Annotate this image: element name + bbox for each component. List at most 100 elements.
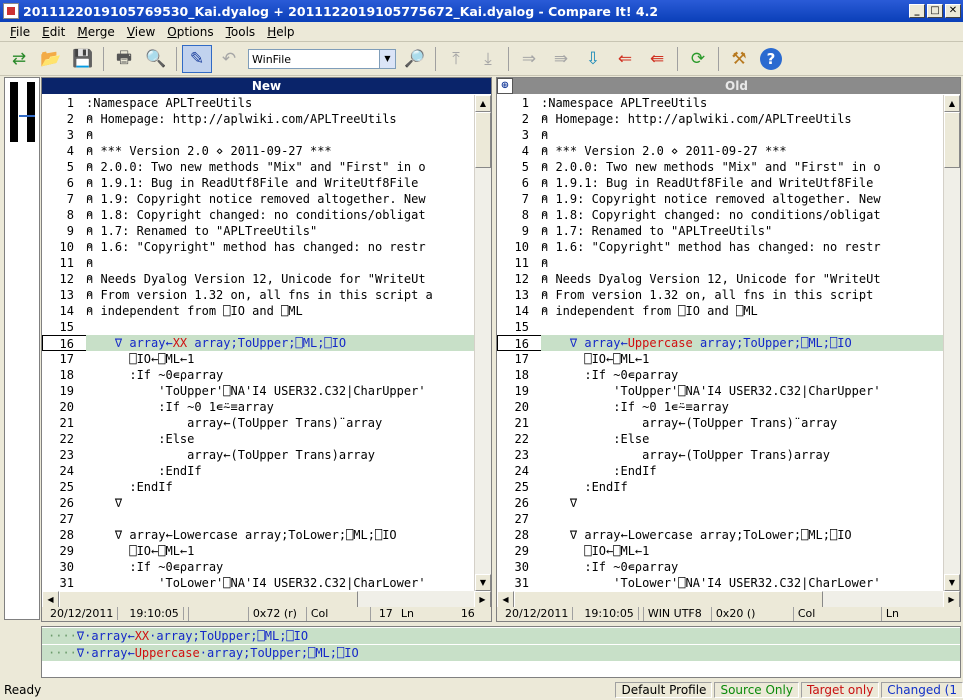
open-compare-icon[interactable]: ⇄ (4, 45, 34, 73)
code-line[interactable]: 28 ∇ array←Lowercase array;ToLower;⎕ML;⎕… (42, 527, 474, 543)
scroll-up-icon[interactable]: ▲ (944, 95, 960, 112)
code-line[interactable]: 21 array←(ToUpper Trans)¨array (497, 415, 943, 431)
menu-tools[interactable]: Tools (220, 25, 262, 39)
options-tools-icon[interactable]: ⚒ (724, 45, 754, 73)
code-line[interactable]: 29 ⎕IO←⎕ML←1 (497, 543, 943, 559)
code-line[interactable]: 25 :EndIf (42, 479, 474, 495)
menu-help[interactable]: Help (261, 25, 300, 39)
code-line[interactable]: 7 ⍝ 1.9: Copyright notice removed altoget… (42, 191, 474, 207)
code-line[interactable]: 3 ⍝ (497, 127, 943, 143)
line-comparison-view[interactable]: ····∇·array←XX·array;ToUpper;⎕ML;⎕IO ···… (41, 626, 961, 678)
menu-merge[interactable]: Merge (71, 25, 120, 39)
old-file-pane[interactable]: ⊕ Old 1:Namespace APLTreeUtils 2 ⍝ Homepag… (496, 77, 961, 622)
last-difference-icon[interactable]: ⤓ (473, 45, 503, 73)
old-horizontal-scrollbar[interactable]: ◀ ▶ (497, 591, 960, 608)
encoding-combo[interactable]: WinFile ▼ (248, 49, 396, 69)
code-line[interactable]: 4 ⍝ *** Version 2.0 ⋄ 2011-09-27 *** (497, 143, 943, 159)
code-line[interactable]: 18 :If ~0∊⍴array (42, 367, 474, 383)
code-line[interactable]: 5 ⍝ 2.0.0: Two new methods "Mix" and "Fir… (497, 159, 943, 175)
menu-edit[interactable]: Edit (36, 25, 71, 39)
code-line[interactable]: 8 ⍝ 1.8: Copyright changed: no conditions… (497, 207, 943, 223)
scroll-down-icon[interactable]: ▼ (944, 574, 960, 591)
find-icon[interactable]: 🔎 (400, 45, 430, 73)
code-line[interactable]: 31 'ToLower'⎕NA'I4 USER32.C32|CharLower' (42, 575, 474, 591)
code-line[interactable]: 19 'ToUpper'⎕NA'I4 USER32.C32|CharUpper' (497, 383, 943, 399)
code-line[interactable]: 19 'ToUpper'⎕NA'I4 USER32.C32|CharUpper' (42, 383, 474, 399)
edit-pencil-icon[interactable]: ✎ (182, 45, 212, 73)
code-line[interactable]: 6 ⍝ 1.9.1: Bug in ReadUtf8File and WriteU… (42, 175, 474, 191)
code-line[interactable]: 14 ⍝ independent from ⎕IO and ⎕ML (42, 303, 474, 319)
menu-view[interactable]: View (121, 25, 161, 39)
old-vertical-scrollbar[interactable]: ▲ ▼ (943, 95, 960, 591)
code-line[interactable]: 13 ⍝ From version 1.32 on, all fns in thi… (42, 287, 474, 303)
scroll-down-icon[interactable]: ▼ (475, 574, 491, 591)
code-line[interactable]: 21 array←(ToUpper Trans)¨array (42, 415, 474, 431)
code-line[interactable]: 30 :If ~0∊⍴array (42, 559, 474, 575)
code-line-changed[interactable]: 16 ∇ array←Uppercase array;ToUpper;⎕ML;⎕… (497, 335, 943, 351)
help-icon[interactable]: ? (756, 45, 786, 73)
scroll-left-icon[interactable]: ◀ (42, 591, 59, 608)
code-line-changed[interactable]: 16 ∇ array←XX array;ToUpper;⎕ML;⎕IO (42, 335, 474, 351)
merge-down-icon[interactable]: ⇩ (578, 45, 608, 73)
code-line[interactable]: 3 ⍝ (42, 127, 474, 143)
code-line[interactable]: 9 ⍝ 1.7: Renamed to "APLTreeUtils" (42, 223, 474, 239)
code-line[interactable]: 26 ∇ (497, 495, 943, 511)
code-line[interactable]: 27 (42, 511, 474, 527)
new-horizontal-scrollbar[interactable]: ◀ ▶ (42, 591, 491, 608)
copy-right-all-icon[interactable]: ⇛ (546, 45, 576, 73)
code-line[interactable]: 10 ⍝ 1.6: "Copyright" method has changed:… (497, 239, 943, 255)
close-button[interactable]: ✕ (945, 4, 961, 18)
code-line[interactable]: 27 (497, 511, 943, 527)
scroll-right-icon[interactable]: ▶ (474, 591, 491, 608)
code-line[interactable]: 12 ⍝ Needs Dyalog Version 12, Unicode for… (42, 271, 474, 287)
print-preview-icon[interactable]: 🔍 (141, 45, 171, 73)
maximize-button[interactable]: □ (927, 4, 943, 18)
copy-left-icon[interactable]: ⇐ (610, 45, 640, 73)
h-scroll-thumb[interactable] (514, 591, 823, 608)
sync-scroll-icon[interactable]: ⊕ (497, 78, 513, 94)
h-scroll-thumb[interactable] (59, 591, 358, 608)
code-line[interactable]: 30 :If ~0∊⍴array (497, 559, 943, 575)
code-line[interactable]: 4 ⍝ *** Version 2.0 ⋄ 2011-09-27 *** (42, 143, 474, 159)
code-line[interactable]: 11 ⍝ (42, 255, 474, 271)
code-line[interactable]: 5 ⍝ 2.0.0: Two new methods "Mix" and "Fir… (42, 159, 474, 175)
scroll-up-icon[interactable]: ▲ (475, 95, 491, 112)
copy-left-all-icon[interactable]: ⇚ (642, 45, 672, 73)
code-line[interactable]: 15 (497, 319, 943, 335)
code-line[interactable]: 10 ⍝ 1.6: "Copyright" method has changed:… (42, 239, 474, 255)
difference-overview[interactable] (4, 77, 40, 620)
old-code-view[interactable]: 1:Namespace APLTreeUtils 2 ⍝ Homepage: htt… (497, 95, 943, 591)
code-line[interactable]: 17 ⎕IO←⎕ML←1 (497, 351, 943, 367)
code-line[interactable]: 23 array←(ToUpper Trans)array (42, 447, 474, 463)
refresh-icon[interactable]: ⟳ (683, 45, 713, 73)
code-line[interactable]: 9 ⍝ 1.7: Renamed to "APLTreeUtils" (497, 223, 943, 239)
undo-icon[interactable]: ↶ (214, 45, 244, 73)
code-line[interactable]: 14 ⍝ independent from ⎕IO and ⎕ML (497, 303, 943, 319)
code-line[interactable]: 18 :If ~0∊⍴array (497, 367, 943, 383)
code-line[interactable]: 7 ⍝ 1.9: Copyright notice removed altoget… (497, 191, 943, 207)
scroll-thumb[interactable] (475, 112, 491, 168)
code-line[interactable]: 2 ⍝ Homepage: http://aplwiki.com/APLTreeU… (42, 111, 474, 127)
new-code-view[interactable]: 1:Namespace APLTreeUtils 2 ⍝ Homepage: htt… (42, 95, 474, 591)
code-line[interactable]: 25 :EndIf (497, 479, 943, 495)
code-line[interactable]: 2 ⍝ Homepage: http://aplwiki.com/APLTreeU… (497, 111, 943, 127)
scroll-left-icon[interactable]: ◀ (497, 591, 514, 608)
code-line[interactable]: 22 :Else (42, 431, 474, 447)
code-line[interactable]: 13 ⍝ From version 1.32 on, all fns in thi… (497, 287, 943, 303)
minimize-button[interactable]: _ (909, 4, 925, 18)
scroll-thumb[interactable] (944, 112, 960, 168)
chevron-down-icon[interactable]: ▼ (379, 50, 395, 68)
code-line[interactable]: 24 :EndIf (497, 463, 943, 479)
code-line[interactable]: 20 :If ~0 1∊⍨≡array (42, 399, 474, 415)
copy-right-icon[interactable]: ⇒ (514, 45, 544, 73)
menu-options[interactable]: Options (161, 25, 219, 39)
code-line[interactable]: 31 'ToLower'⎕NA'I4 USER32.C32|CharLower' (497, 575, 943, 591)
print-icon[interactable]: 🖶 (109, 45, 139, 73)
scroll-right-icon[interactable]: ▶ (943, 591, 960, 608)
new-file-pane[interactable]: New 1:Namespace APLTreeUtils 2 ⍝ Homepage:… (41, 77, 492, 622)
code-line[interactable]: 28 ∇ array←Lowercase array;ToLower;⎕ML;⎕… (497, 527, 943, 543)
code-line[interactable]: 22 :Else (497, 431, 943, 447)
code-line[interactable]: 15 (42, 319, 474, 335)
code-line[interactable]: 12 ⍝ Needs Dyalog Version 12, Unicode for… (497, 271, 943, 287)
code-line[interactable]: 17 ⎕IO←⎕ML←1 (42, 351, 474, 367)
